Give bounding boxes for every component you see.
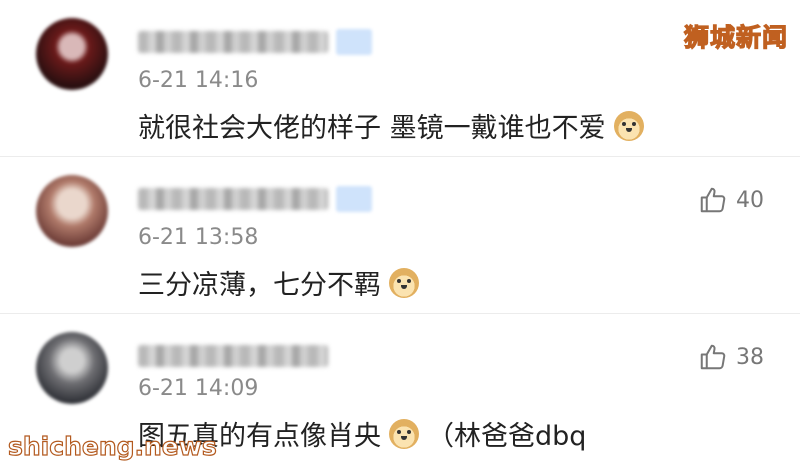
avatar[interactable] <box>36 332 108 404</box>
comment-text: 三分凉薄，七分不羁 <box>138 263 427 302</box>
comment-text: 就很社会大佬的样子 墨镜一戴谁也不爱 <box>138 106 652 145</box>
username[interactable] <box>138 184 372 214</box>
comment-item: 6-21 14:16 就很社会大佬的样子 墨镜一戴谁也不爱 <box>0 0 800 157</box>
comment-text-main: 三分凉薄，七分不羁 <box>138 270 381 301</box>
like-count: 38 <box>736 344 764 370</box>
comment-item: 40 6-21 13:58 三分凉薄，七分不羁 <box>0 157 800 314</box>
doge-icon <box>389 267 419 298</box>
doge-icon <box>389 418 419 449</box>
user-badge <box>336 29 372 55</box>
like-button[interactable]: 40 <box>698 185 764 215</box>
thumbs-up-icon <box>700 344 726 370</box>
thumbs-up-icon <box>700 187 726 213</box>
comment-time: 6-21 13:58 <box>138 225 259 250</box>
like-count: 40 <box>736 187 764 213</box>
watermark-bottom: shicheng.news <box>7 431 217 461</box>
comment-time: 6-21 14:16 <box>138 68 259 93</box>
comment-text-tail: （林爸爸dbq <box>427 421 587 452</box>
like-button[interactable]: 38 <box>698 342 764 372</box>
username[interactable] <box>138 27 372 57</box>
avatar[interactable] <box>36 175 108 247</box>
username-blurred <box>138 31 328 53</box>
username[interactable] <box>138 341 328 371</box>
avatar[interactable] <box>36 18 108 90</box>
username-blurred <box>138 345 328 367</box>
comment-text-main: 就很社会大佬的样子 墨镜一戴谁也不爱 <box>138 113 606 144</box>
doge-icon <box>613 110 644 141</box>
username-blurred <box>138 188 328 210</box>
user-badge <box>336 186 372 212</box>
comment-time: 6-21 14:09 <box>138 376 259 401</box>
